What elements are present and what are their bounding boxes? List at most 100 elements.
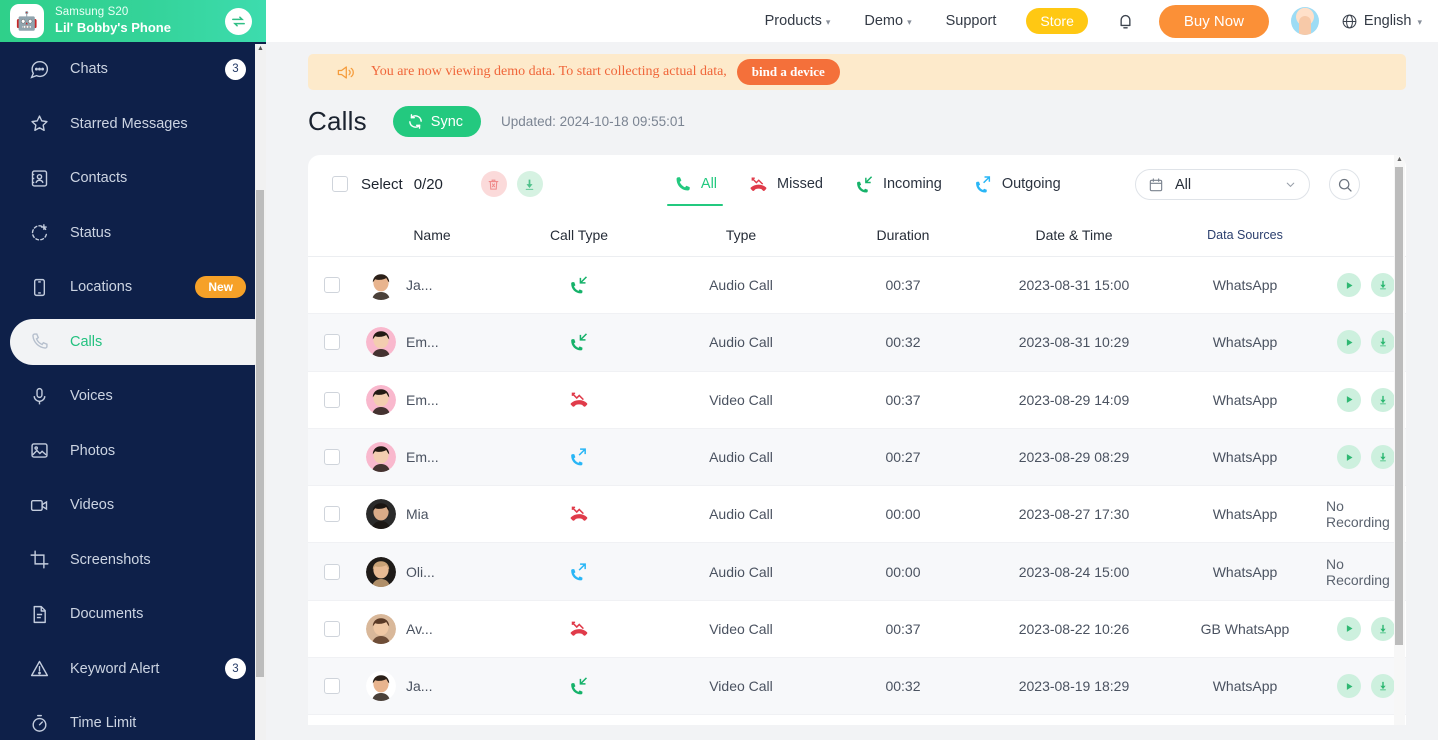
store-button[interactable]: Store (1026, 8, 1088, 34)
row-checkbox[interactable] (324, 334, 340, 351)
avatar (366, 556, 396, 587)
sidebar-item-videos[interactable]: Videos (0, 478, 266, 533)
download-recording-button[interactable] (1371, 330, 1395, 355)
notification-bell-icon[interactable] (1116, 12, 1135, 31)
nav-demo[interactable]: Demo ▾ (864, 13, 911, 29)
table-row[interactable]: Mia Audio Call 00:00 2023-08-27 17:30 WhatsA… (308, 486, 1406, 544)
table-row[interactable]: Em... Audio Call 00:32 2023-08-31 10:29 What… (308, 314, 1406, 372)
row-checkbox[interactable] (324, 678, 340, 695)
row-checkbox[interactable] (324, 277, 340, 294)
sidebar-item-screenshots[interactable]: Screenshots (0, 533, 266, 588)
table-row[interactable]: Ja... Video Call 00:32 2023-08-19 18:29 What… (308, 658, 1406, 716)
row-checkbox[interactable] (324, 506, 340, 523)
last-updated-text: Updated: 2024-10-18 09:55:01 (501, 114, 685, 129)
tab-incoming[interactable]: Incoming (839, 155, 958, 213)
timer-icon (26, 713, 52, 734)
cell-name: Av... (356, 613, 498, 644)
sidebar-item-documents[interactable]: Documents (0, 587, 266, 642)
tab-missed[interactable]: Missed (733, 155, 839, 213)
sidebar-item-chats[interactable]: Chats 3 (0, 42, 266, 97)
sidebar-item-label: Starred Messages (70, 115, 188, 132)
globe-icon (1342, 14, 1357, 28)
download-selected-button[interactable] (516, 171, 543, 197)
sidebar-item-status[interactable]: Status (0, 206, 266, 261)
delete-selected-button[interactable] (480, 171, 507, 197)
sidebar-item-calls[interactable]: Calls (0, 315, 266, 370)
bind-a-device-button[interactable]: bind a device (736, 59, 840, 85)
cell-datetime: 2023-08-29 14:09 (1018, 391, 1130, 408)
sidebar-item-time-limit[interactable]: Time Limit (0, 696, 266, 740)
scroll-up-icon[interactable]: ▲ (1396, 156, 1403, 163)
sidebar-scrollbar[interactable]: ▲ (255, 44, 266, 740)
language-selector[interactable]: English ▾ (1341, 13, 1422, 30)
play-recording-button[interactable] (1337, 445, 1361, 470)
table-row[interactable]: Ja... Audio Call 00:37 2023-08-31 15:00 What… (308, 257, 1406, 315)
sidebar-item-locations[interactable]: Locations New (0, 260, 266, 315)
date-filter-select[interactable]: All (1135, 169, 1310, 200)
cell-datetime: 2023-08-22 10:26 (1018, 620, 1130, 637)
video-icon (26, 495, 52, 516)
download-recording-button[interactable] (1371, 674, 1395, 699)
cell-call-type (498, 676, 660, 696)
cell-duration: 00:37 (885, 391, 921, 408)
phone-icon (26, 331, 52, 352)
cell-duration: 00:00 (885, 506, 921, 523)
table-row[interactable]: Em... Video Call 00:37 2023-08-29 14:09 What… (308, 372, 1406, 429)
chats-badge: 3 (225, 58, 246, 80)
sidebar-item-voices[interactable]: Voices (0, 369, 266, 424)
sidebar-item-starred-messages[interactable]: Starred Messages (0, 97, 266, 152)
scroll-up-icon[interactable]: ▲ (257, 45, 264, 52)
download-recording-button[interactable] (1371, 387, 1395, 412)
column-header-data-sources: Data Sources (1207, 227, 1283, 242)
warning-icon (26, 658, 52, 679)
download-recording-button[interactable] (1371, 273, 1395, 298)
row-checkbox[interactable] (324, 620, 340, 637)
sidebar-scrollbar-thumb[interactable] (256, 190, 264, 677)
download-recording-button[interactable] (1371, 445, 1395, 470)
page-title: Calls (308, 106, 367, 136)
trash-icon (489, 179, 499, 190)
play-recording-button[interactable] (1337, 674, 1361, 699)
search-button[interactable] (1329, 169, 1360, 200)
keyword-alert-badge: 3 (225, 658, 246, 680)
row-checkbox[interactable] (324, 449, 340, 466)
sidebar-item-photos[interactable]: Photos (0, 424, 266, 479)
play-recording-button[interactable] (1337, 330, 1361, 355)
nav-products[interactable]: Products ▾ (765, 13, 831, 29)
sync-button[interactable]: Sync (392, 106, 482, 137)
row-checkbox[interactable] (324, 391, 340, 408)
user-avatar[interactable] (1290, 7, 1319, 35)
missed-call-icon (569, 619, 589, 639)
sidebar-item-contacts[interactable]: Contacts (0, 151, 266, 206)
cell-type: Audio Call (709, 506, 773, 523)
main-area: Products ▾ Demo ▾ Support Store Buy Now (266, 0, 1438, 740)
cell-datetime: 2023-08-31 10:29 (1018, 334, 1130, 351)
select-label: Select (361, 175, 403, 193)
tab-all[interactable]: All (657, 155, 733, 213)
table-row[interactable]: Em... Audio Call 00:27 2023-08-29 08:29 What… (308, 428, 1406, 487)
table-scrollbar-thumb[interactable] (1395, 167, 1403, 645)
incoming-call-icon (857, 175, 873, 192)
buy-now-button[interactable]: Buy Now (1158, 4, 1269, 38)
play-recording-button[interactable] (1337, 616, 1361, 641)
table-row[interactable]: Oli... Audio Call 00:00 2023-08-24 15:00 Wha… (308, 543, 1406, 601)
tab-outgoing[interactable]: Outgoing (958, 155, 1077, 213)
switch-device-icon[interactable] (225, 7, 252, 35)
outgoing-call-icon (975, 175, 990, 192)
select-all-checkbox[interactable] (332, 176, 348, 192)
download-recording-button[interactable] (1371, 616, 1395, 641)
android-logo: 🤖 (10, 4, 44, 38)
play-recording-button[interactable] (1337, 387, 1361, 412)
sidebar-item-label: Documents (70, 606, 144, 623)
sidebar-item-label: Time Limit (70, 715, 137, 732)
cell-duration: 00:37 (885, 277, 921, 294)
play-recording-button[interactable] (1337, 273, 1361, 298)
sync-label: Sync (430, 113, 464, 130)
column-header-duration: Duration (876, 226, 930, 243)
row-checkbox[interactable] (324, 563, 340, 580)
table-row[interactable]: Av... Video Call 00:37 2023-08-22 10:26 GB W… (308, 601, 1406, 659)
sidebar-item-keyword-alert[interactable]: Keyword Alert 3 (0, 642, 266, 697)
device-header[interactable]: 🤖 Samsung S20 Lil' Bobby's Phone (0, 0, 266, 42)
table-scrollbar[interactable]: ▲ (1394, 155, 1405, 725)
nav-support[interactable]: Support (946, 13, 997, 29)
